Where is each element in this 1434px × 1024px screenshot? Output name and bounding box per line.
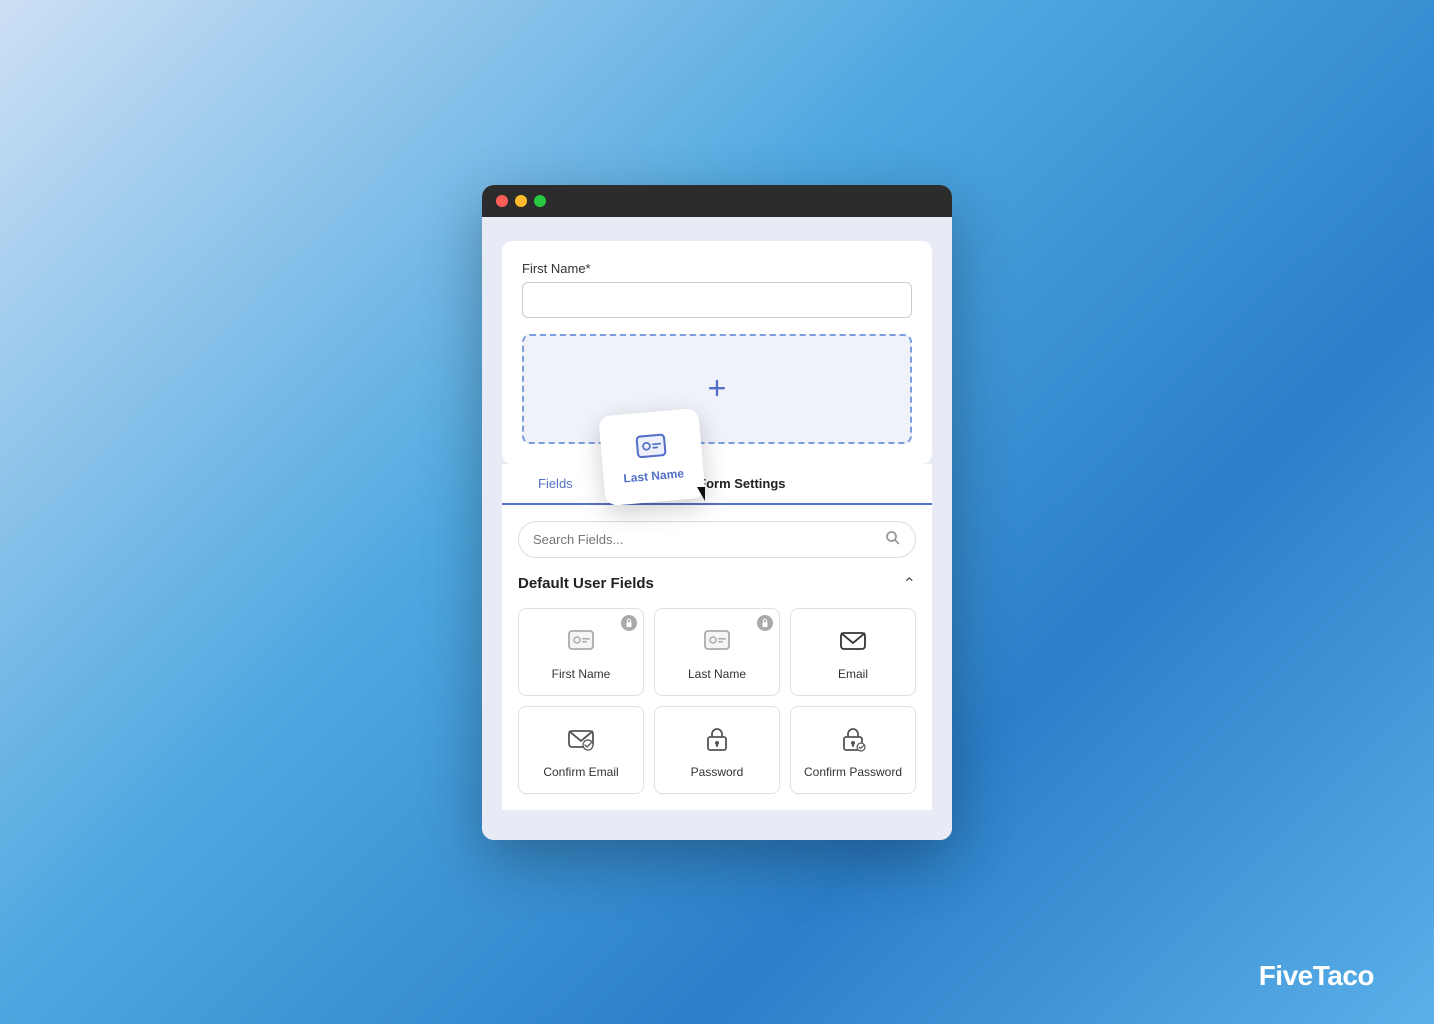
- drop-zone[interactable]: +: [522, 334, 912, 444]
- field-card-confirm-email[interactable]: Confirm Email: [518, 706, 644, 794]
- confirm-password-icon: [835, 721, 871, 757]
- fields-panel: Default User Fields ⌃: [502, 505, 932, 810]
- tabs-bar: Fields Conditions Form Settings: [502, 464, 932, 505]
- lock-badge: [621, 615, 637, 631]
- confirm-email-field-label: Confirm Email: [543, 765, 618, 779]
- first-name-label: First Name*: [522, 261, 912, 276]
- field-card-first-name[interactable]: First Name: [518, 608, 644, 696]
- confirm-email-icon: [563, 721, 599, 757]
- form-card: First Name* +: [502, 241, 932, 464]
- first-name-input[interactable]: [522, 282, 912, 318]
- first-name-field-label: First Name: [552, 667, 611, 681]
- maximize-dot[interactable]: [534, 195, 546, 207]
- cursor-pointer: [697, 487, 705, 501]
- confirm-password-field-label: Confirm Password: [804, 765, 902, 779]
- chevron-up-icon[interactable]: ⌃: [903, 574, 916, 594]
- browser-window: First Name* + Fields Conditions Form Set…: [482, 185, 952, 840]
- brand-logo: FiveTaco: [1259, 960, 1374, 992]
- close-dot[interactable]: [496, 195, 508, 207]
- search-input[interactable]: [533, 532, 877, 547]
- drag-card-label: Last Name: [623, 466, 685, 485]
- field-card-email[interactable]: Email: [790, 608, 916, 696]
- first-name-icon: [563, 623, 599, 659]
- titlebar: [482, 185, 952, 217]
- search-icon: [885, 530, 901, 549]
- section-header: Default User Fields ⌃: [518, 574, 916, 594]
- tab-fields[interactable]: Fields: [522, 464, 589, 505]
- field-card-confirm-password[interactable]: Confirm Password: [790, 706, 916, 794]
- password-field-label: Password: [691, 765, 744, 779]
- section-title: Default User Fields: [518, 575, 654, 592]
- field-card-password[interactable]: Password: [654, 706, 780, 794]
- lock-badge-last: [757, 615, 773, 631]
- field-grid-row2: Confirm Email Password: [518, 706, 916, 794]
- email-icon: [835, 623, 871, 659]
- password-icon: [699, 721, 735, 757]
- browser-content: First Name* + Fields Conditions Form Set…: [482, 217, 952, 840]
- drag-card-icon: [634, 429, 669, 464]
- email-field-label: Email: [838, 667, 868, 681]
- search-bar[interactable]: [518, 521, 916, 558]
- add-field-icon: +: [708, 370, 727, 407]
- minimize-dot[interactable]: [515, 195, 527, 207]
- last-name-field-label: Last Name: [688, 667, 746, 681]
- field-card-last-name[interactable]: Last Name: [654, 608, 780, 696]
- last-name-icon: [699, 623, 735, 659]
- field-grid-row1: First Name Last Nam: [518, 608, 916, 696]
- drag-card-last-name: Last Name: [598, 407, 705, 505]
